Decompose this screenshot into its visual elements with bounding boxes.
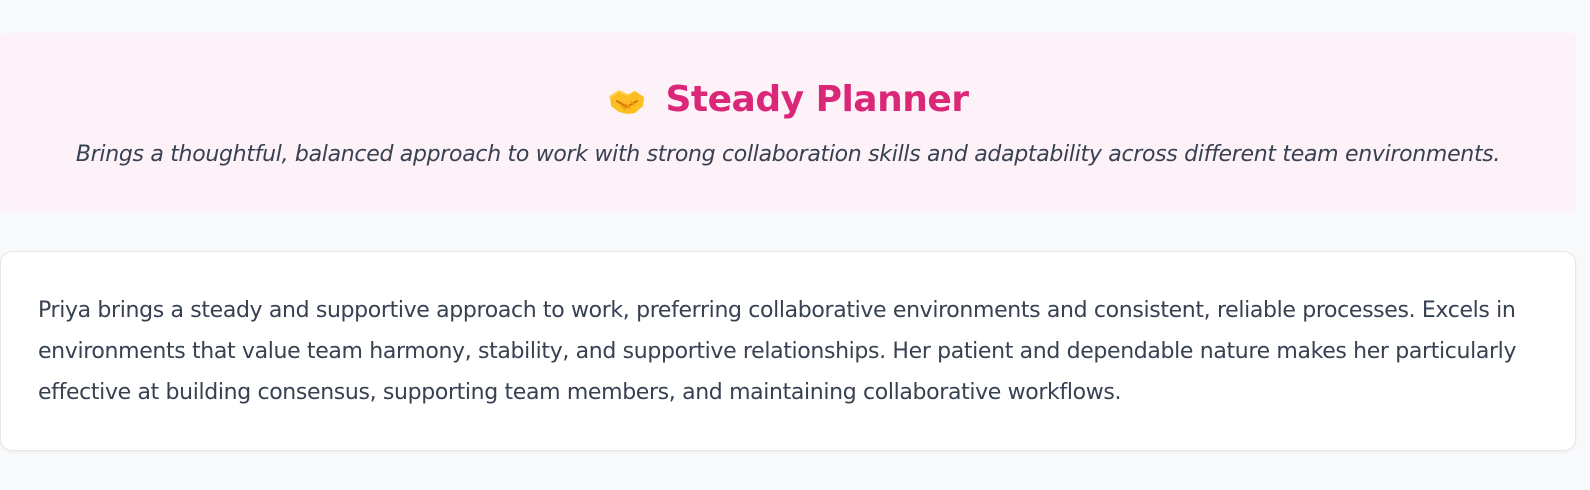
summary-card: Priya brings a steady and supportive app… bbox=[0, 251, 1576, 451]
profile-title-row: Steady Planner bbox=[0, 76, 1576, 124]
profile-banner: Steady Planner Brings a thoughtful, bala… bbox=[0, 33, 1576, 212]
profile-title: Steady Planner bbox=[665, 79, 969, 120]
handshake-icon bbox=[607, 80, 647, 120]
summary-text: Priya brings a steady and supportive app… bbox=[38, 298, 1517, 405]
profile-subtitle: Brings a thoughtful, balanced approach t… bbox=[75, 142, 1501, 167]
